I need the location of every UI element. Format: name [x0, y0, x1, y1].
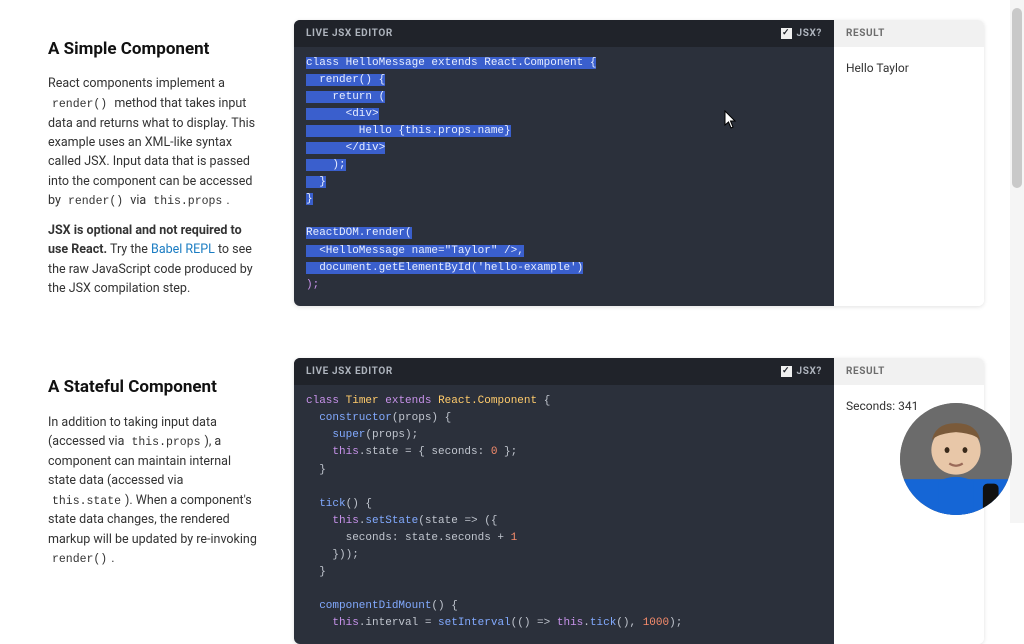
scrollbar-track[interactable] — [1010, 0, 1024, 523]
result-label: RESULT — [834, 20, 984, 47]
result-label: RESULT — [834, 358, 984, 385]
inline-code: this.props — [127, 435, 204, 450]
inline-code: render() — [48, 97, 111, 112]
editor-header: LIVE JSX EDITOR ✓ JSX? — [294, 20, 834, 47]
example-stateful-component: A Stateful Component In addition to taki… — [48, 358, 984, 644]
result-output: Hello Taylor — [834, 47, 984, 89]
avatar — [900, 403, 1012, 515]
inline-code: this.state — [48, 494, 125, 509]
editor-column: LIVE JSX EDITOR ✓ JSX? class Timer exten… — [294, 358, 834, 644]
description-column: A Stateful Component In addition to taki… — [48, 358, 262, 579]
editor-column: LIVE JSX EDITOR ✓ JSX? class HelloMessag… — [294, 20, 834, 306]
editor-header: LIVE JSX EDITOR ✓ JSX? — [294, 358, 834, 385]
editor-label: LIVE JSX EDITOR — [306, 28, 393, 39]
jsx-toggle[interactable]: ✓ JSX? — [781, 28, 822, 39]
playground: LIVE JSX EDITOR ✓ JSX? class Timer exten… — [294, 358, 984, 644]
description-paragraph: React components implement a render() me… — [48, 74, 262, 211]
example-title: A Simple Component — [48, 36, 262, 62]
description-paragraph: JSX is optional and not required to use … — [48, 221, 262, 299]
babel-repl-link[interactable]: Babel REPL — [151, 242, 215, 257]
inline-code: this.props — [149, 194, 226, 209]
code-editor[interactable]: class Timer extends React.Component { co… — [294, 385, 834, 644]
code-editor[interactable]: class HelloMessage extends React.Compone… — [294, 47, 834, 306]
scrollbar-thumb[interactable] — [1012, 8, 1022, 188]
inline-code: render() — [64, 194, 127, 209]
description-column: A Simple Component React components impl… — [48, 20, 262, 308]
description-paragraph: In addition to taking input data (access… — [48, 413, 262, 569]
example-title: A Stateful Component — [48, 374, 262, 400]
editor-label: LIVE JSX EDITOR — [306, 366, 393, 377]
inline-code: render() — [48, 552, 111, 567]
checkbox-icon: ✓ — [781, 366, 792, 377]
result-column: RESULT Hello Taylor — [834, 20, 984, 306]
playground: LIVE JSX EDITOR ✓ JSX? class HelloMessag… — [294, 20, 984, 306]
checkbox-icon: ✓ — [781, 28, 792, 39]
jsx-toggle[interactable]: ✓ JSX? — [781, 366, 822, 377]
example-simple-component: A Simple Component React components impl… — [48, 20, 984, 308]
page-content: A Simple Component React components impl… — [0, 0, 1024, 644]
